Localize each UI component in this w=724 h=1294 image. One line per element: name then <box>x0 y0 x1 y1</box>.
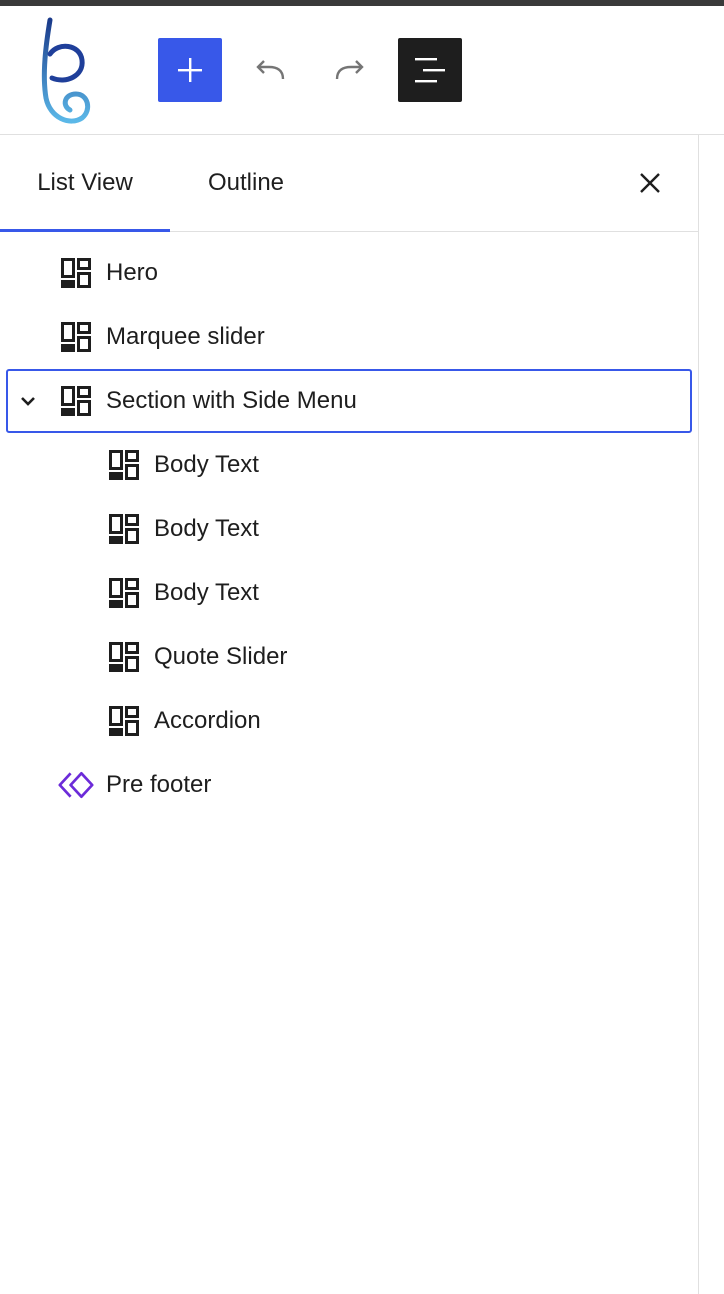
reusable-block-icon <box>58 767 94 803</box>
tree-item-section-with-side-menu[interactable]: Section with Side Menu <box>6 369 692 433</box>
tree-item-marquee-slider[interactable]: Marquee slider <box>58 305 658 369</box>
list-view-panel: List View Outline Hero Marquee slider Se… <box>0 135 699 1294</box>
block-layout-icon <box>106 447 142 483</box>
tree-item-label: Pre footer <box>106 771 212 798</box>
redo-button[interactable] <box>326 46 374 94</box>
block-layout-icon <box>58 255 94 291</box>
panel-tabs: List View Outline <box>0 135 698 232</box>
add-block-button[interactable] <box>158 38 222 102</box>
tree-item-hero[interactable]: Hero <box>58 241 658 305</box>
tree-item-body-text[interactable]: Body Text <box>106 561 666 625</box>
tab-outline[interactable]: Outline <box>170 135 322 231</box>
tree-item-pre-footer[interactable]: Pre footer <box>58 753 658 817</box>
close-panel-button[interactable] <box>626 159 674 207</box>
tree-item-accordion[interactable]: Accordion <box>106 689 666 753</box>
active-tab-indicator <box>0 229 170 232</box>
tree-item-label: Hero <box>106 259 159 286</box>
tree-item-body-text[interactable]: Body Text <box>106 433 666 497</box>
tree-item-label: Body Text <box>154 579 259 606</box>
block-layout-icon <box>106 639 142 675</box>
document-overview-button[interactable] <box>398 38 462 102</box>
editor-header <box>0 6 724 135</box>
plus-icon <box>178 58 202 82</box>
undo-icon <box>256 60 285 80</box>
tree-item-label: Marquee slider <box>106 323 265 350</box>
block-layout-icon <box>58 383 94 419</box>
block-layout-icon <box>106 703 142 739</box>
list-view-icon <box>415 58 445 83</box>
tree-item-label: Body Text <box>154 451 259 478</box>
close-icon <box>640 173 660 193</box>
block-layout-icon <box>106 575 142 611</box>
tree-item-label: Body Text <box>154 515 259 542</box>
chevron-down-icon[interactable] <box>8 383 48 419</box>
tree-item-quote-slider[interactable]: Quote Slider <box>106 625 666 689</box>
block-layout-icon <box>106 511 142 547</box>
tab-list-view[interactable]: List View <box>0 135 170 231</box>
block-layout-icon <box>58 319 94 355</box>
tab-outline-label: Outline <box>207 169 285 196</box>
tree-item-label: Section with Side Menu <box>106 387 357 414</box>
tab-list-view-label: List View <box>37 169 133 196</box>
tree-item-label: Quote Slider <box>154 643 288 670</box>
site-logo <box>41 17 91 124</box>
tree-item-body-text[interactable]: Body Text <box>106 497 666 561</box>
tree-item-label: Accordion <box>154 707 261 734</box>
redo-icon <box>335 60 364 80</box>
undo-button[interactable] <box>246 46 294 94</box>
